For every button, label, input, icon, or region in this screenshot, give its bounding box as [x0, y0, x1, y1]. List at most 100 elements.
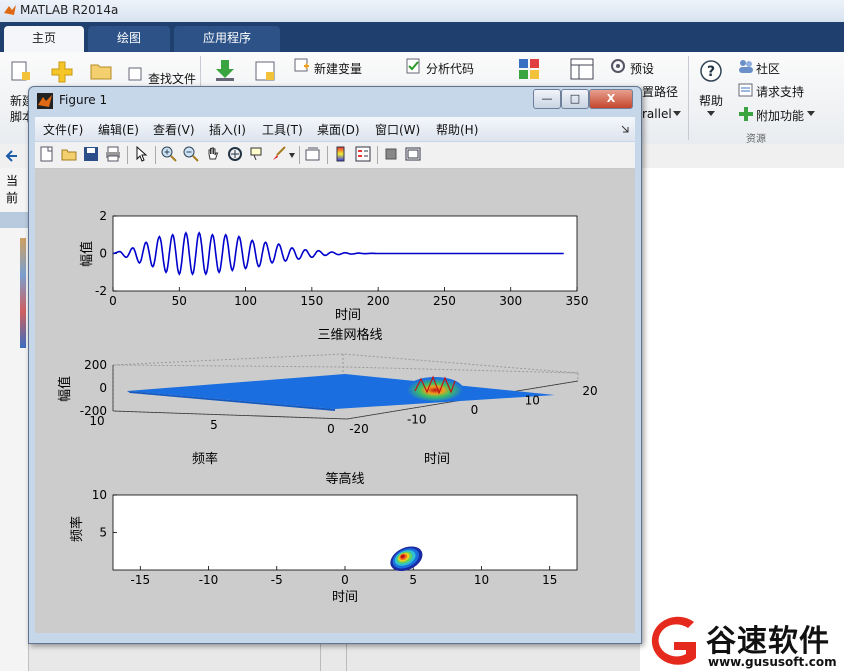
legend-icon[interactable]	[355, 146, 371, 162]
surface-zlabel: 幅值	[57, 376, 73, 402]
command-window-area[interactable]	[640, 168, 844, 671]
z-tick-label: 0	[99, 381, 107, 395]
maximize-button[interactable]: □	[561, 89, 589, 109]
back-arrow-icon[interactable]	[4, 149, 18, 163]
save-icon[interactable]	[83, 146, 99, 162]
tab-apps[interactable]: 应用程序	[174, 26, 280, 52]
x-tick-label: 0	[341, 573, 349, 587]
x-tick-label: 100	[234, 294, 257, 308]
x-tick-label: 150	[300, 294, 323, 308]
analyze-code-label[interactable]: 分析代码	[426, 60, 474, 77]
menu-desktop[interactable]: 桌面(D)	[317, 121, 360, 138]
x-tick-label: -20	[349, 422, 369, 436]
surface-plot-axes[interactable]: 三维网格线 -20002000510-20-1001020 幅值 频率 时间	[57, 327, 598, 467]
pan-hand-icon[interactable]	[205, 146, 221, 162]
addons-icon[interactable]	[738, 106, 754, 122]
x-tick-label: 200	[367, 294, 390, 308]
menu-window[interactable]: 窗口(W)	[375, 121, 420, 138]
parallel-label[interactable]: rallel	[642, 107, 672, 121]
matlab-figure-icon	[37, 93, 53, 109]
figure-canvas[interactable]: 0 50 100 150 200 250 300 350 -2 0 2 时间 幅值 三维网格线	[35, 169, 635, 633]
x-tick-label: -15	[130, 573, 150, 587]
x-tick-label: 250	[433, 294, 456, 308]
menu-file[interactable]: 文件(F)	[43, 121, 83, 138]
community-label[interactable]: 社区	[756, 60, 780, 77]
gear-icon[interactable]	[610, 58, 626, 74]
find-files-icon[interactable]	[128, 66, 144, 82]
new-plus-icon[interactable]	[50, 60, 74, 84]
tab-plots[interactable]: 绘图	[88, 26, 170, 52]
watermark-brand: 谷速软件	[706, 624, 830, 659]
contour-plot-title: 等高线	[325, 471, 364, 487]
analyze-code-icon[interactable]	[406, 58, 422, 74]
surface-plot-title: 三维网格线	[317, 327, 382, 343]
simulink-icon[interactable]	[518, 58, 540, 80]
x-tick-label: 15	[542, 573, 557, 587]
find-files-label[interactable]: 查找文件	[148, 70, 196, 87]
import-data-icon[interactable]	[214, 58, 236, 82]
surface-xlabel: 时间	[424, 452, 450, 467]
figure-title-bar[interactable]: Figure 1 — □ X	[29, 87, 641, 115]
new-figure-icon[interactable]	[39, 146, 55, 162]
y-tick-label: 2	[99, 209, 107, 223]
desktop-title: MATLAB R2014a	[20, 3, 119, 17]
y-tick-label: 0	[99, 247, 107, 261]
current-folder-label: 当前	[6, 174, 19, 205]
x-tick-label: 0	[109, 294, 117, 308]
zoom-out-icon[interactable]	[183, 146, 199, 162]
help-icon[interactable]: ?	[700, 60, 722, 82]
addons-chevron-icon[interactable]	[806, 110, 816, 118]
save-workspace-icon[interactable]	[254, 60, 276, 82]
line-plot-xlabel: 时间	[335, 308, 361, 323]
addons-label[interactable]: 附加功能	[756, 107, 804, 124]
close-button[interactable]: X	[589, 89, 633, 109]
chevron-down-icon[interactable]	[672, 110, 682, 118]
open-file-icon[interactable]	[61, 146, 77, 162]
new-variable-icon[interactable]	[294, 58, 310, 74]
contour-plot-axes[interactable]: 等高线 -15 -10 -5 0 5 10 15 5 10 时间 频率	[69, 471, 578, 605]
tab-home[interactable]: 主页	[4, 26, 84, 52]
y-tick-label: 5	[210, 418, 218, 432]
menu-help[interactable]: 帮助(H)	[436, 121, 478, 138]
menu-tools[interactable]: 工具(T)	[262, 121, 303, 138]
zoom-in-icon[interactable]	[161, 146, 177, 162]
contour-ylabel: 频率	[69, 516, 85, 542]
menu-insert[interactable]: 插入(I)	[209, 121, 246, 138]
watermark: 谷速软件 www.gususoft.com	[640, 612, 844, 671]
figure-plots: 0 50 100 150 200 250 300 350-202 时间 幅值 三维网格线	[57, 209, 598, 605]
new-variable-label[interactable]: 新建变量	[314, 60, 362, 77]
menu-edit[interactable]: 编辑(E)	[98, 121, 139, 138]
link-plot-icon[interactable]	[305, 146, 321, 162]
colorbar-icon[interactable]	[333, 146, 349, 162]
hide-plot-tools-icon[interactable]	[383, 146, 399, 162]
line-plot-ylabel: 幅值	[79, 241, 95, 267]
brush-chevron-icon[interactable]	[289, 153, 295, 158]
help-chevron-icon[interactable]	[706, 110, 716, 118]
dock-arrow-icon[interactable]	[621, 125, 629, 133]
request-support-icon[interactable]	[738, 82, 754, 98]
line-plot-axes[interactable]: 0 50 100 150 200 250 300 350-202 时间 幅值	[79, 209, 588, 323]
show-plot-tools-icon[interactable]	[405, 146, 421, 162]
pointer-icon[interactable]	[133, 146, 149, 162]
minimize-button[interactable]: —	[533, 89, 561, 109]
x-tick-label: 50	[172, 294, 187, 308]
data-cursor-icon[interactable]	[249, 146, 265, 162]
selected-file-row[interactable]	[0, 212, 28, 228]
set-path-label[interactable]: 置路径	[642, 83, 678, 100]
print-icon[interactable]	[105, 146, 121, 162]
open-folder-icon[interactable]	[90, 62, 112, 80]
menu-view[interactable]: 查看(V)	[153, 121, 195, 138]
y-tick-label: 0	[327, 422, 335, 436]
current-folder-panel: 当前	[0, 168, 29, 671]
new-script-icon[interactable]	[10, 60, 32, 84]
help-label[interactable]: 帮助	[699, 92, 723, 109]
community-icon[interactable]	[738, 58, 754, 74]
x-tick-label: 10	[474, 573, 489, 587]
svg-text:?: ?	[707, 64, 715, 80]
preferences-label[interactable]: 预设	[630, 60, 654, 77]
brush-icon[interactable]	[271, 146, 287, 162]
x-tick-label: 300	[499, 294, 522, 308]
request-support-label[interactable]: 请求支持	[756, 83, 804, 100]
rotate-3d-icon[interactable]	[227, 146, 243, 162]
layout-icon[interactable]	[570, 58, 594, 80]
